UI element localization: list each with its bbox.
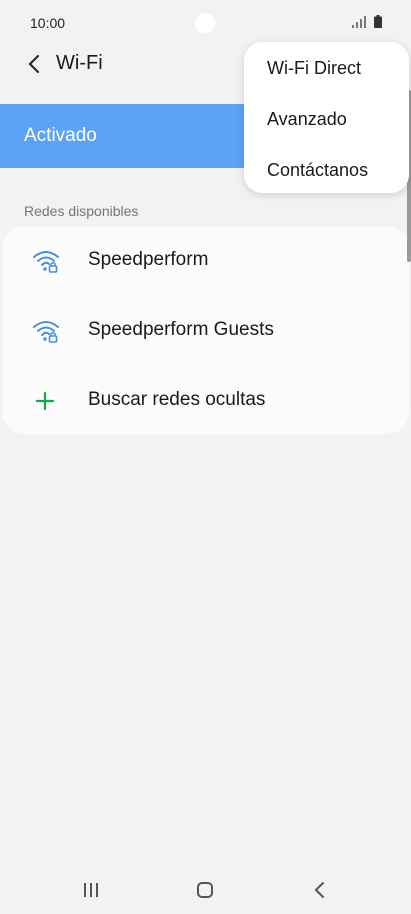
network-list: Speedperform Speedperform Guests Buscar … — [2, 226, 409, 434]
wifi-lock-icon — [33, 321, 59, 343]
network-name: Speedperform Guests — [88, 319, 274, 340]
menu-item-advanced[interactable]: Avanzado — [267, 109, 347, 130]
back-button[interactable] — [22, 52, 46, 76]
menu-item-wifi-direct[interactable]: Wi-Fi Direct — [267, 58, 361, 79]
battery-icon — [374, 15, 382, 28]
wifi-lock-icon — [33, 251, 59, 273]
chevron-left-icon — [29, 55, 39, 73]
network-item[interactable]: Speedperform Guests — [2, 296, 409, 366]
recents-icon[interactable] — [82, 882, 100, 898]
network-item[interactable]: Speedperform — [2, 226, 409, 296]
signal-icon — [352, 16, 366, 28]
find-hidden-networks-label: Buscar redes ocultas — [88, 389, 266, 410]
home-icon[interactable] — [196, 881, 214, 899]
status-bar: 10:00 — [0, 0, 411, 46]
menu-item-contact-us[interactable]: Contáctanos — [267, 160, 368, 181]
wifi-toggle-label: Activado — [24, 125, 97, 146]
system-nav-bar — [0, 866, 411, 914]
find-hidden-networks[interactable]: Buscar redes ocultas — [2, 366, 409, 436]
overflow-menu: Wi-Fi Direct Avanzado Contáctanos — [244, 42, 409, 193]
status-time: 10:00 — [30, 15, 66, 31]
section-header-available-networks: Redes disponibles — [24, 203, 139, 219]
plus-icon — [35, 391, 55, 411]
page-title: Wi-Fi — [56, 52, 103, 74]
network-name: Speedperform — [88, 249, 209, 270]
front-camera — [195, 13, 215, 33]
back-nav-icon[interactable] — [312, 881, 328, 899]
